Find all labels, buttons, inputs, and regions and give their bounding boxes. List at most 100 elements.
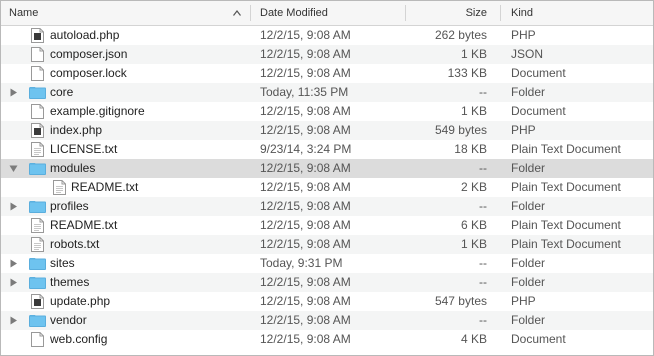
column-header-size[interactable]: Size (406, 1, 501, 25)
file-size: 4 KB (460, 332, 487, 346)
document-icon (31, 332, 44, 347)
column-header-date-modified[interactable]: Date Modified (251, 1, 406, 25)
file-date: 12/2/15, 9:08 AM (260, 313, 351, 327)
file-row-index-php[interactable]: index.php 12/2/15, 9:08 AM 549 bytes PHP (1, 121, 653, 140)
file-row-robots-txt[interactable]: robots.txt 12/2/15, 9:08 AM 1 KB Plain T… (1, 235, 653, 254)
file-name: vendor (50, 313, 87, 327)
file-name: profiles (50, 199, 89, 213)
folder-row-profiles[interactable]: profiles 12/2/15, 9:08 AM -- Folder (1, 197, 653, 216)
file-name: autoload.php (50, 28, 120, 42)
file-date: 12/2/15, 9:08 AM (260, 28, 351, 42)
file-kind: Plain Text Document (511, 142, 621, 156)
file-name: web.config (50, 332, 108, 346)
file-row-license-txt[interactable]: LICENSE.txt 9/23/14, 3:24 PM 18 KB Plain… (1, 140, 653, 159)
text-file-icon (53, 180, 66, 195)
column-header-date-label: Date Modified (260, 7, 328, 19)
file-name: index.php (50, 123, 103, 137)
file-name: update.php (50, 294, 111, 308)
file-kind: Folder (511, 256, 546, 270)
file-kind: Document (511, 66, 566, 80)
file-kind: PHP (511, 28, 536, 42)
file-name: composer.lock (50, 66, 127, 80)
column-header-size-label: Size (465, 7, 487, 19)
document-icon (31, 66, 44, 81)
file-kind: Document (511, 332, 566, 346)
file-row-update-php[interactable]: update.php 12/2/15, 9:08 AM 547 bytes PH… (1, 292, 653, 311)
disclosure-triangle-collapsed-icon[interactable] (9, 88, 18, 97)
file-size: 262 bytes (434, 28, 487, 42)
folder-row-modules[interactable]: modules 12/2/15, 9:08 AM -- Folder (1, 159, 653, 178)
file-name: robots.txt (50, 237, 100, 251)
folder-row-themes[interactable]: themes 12/2/15, 9:08 AM -- Folder (1, 273, 653, 292)
file-kind: Plain Text Document (511, 218, 621, 232)
file-row-example-gitignore[interactable]: example.gitignore 12/2/15, 9:08 AM 1 KB … (1, 102, 653, 121)
folder-icon (29, 201, 46, 213)
file-kind: Folder (511, 199, 546, 213)
disclosure-triangle-collapsed-icon[interactable] (9, 278, 18, 287)
file-date: 12/2/15, 9:08 AM (260, 275, 351, 289)
column-header-name[interactable]: Name (1, 1, 251, 25)
text-file-icon (31, 237, 44, 252)
folder-row-vendor[interactable]: vendor 12/2/15, 9:08 AM -- Folder (1, 311, 653, 330)
file-kind: Document (511, 104, 566, 118)
file-row-web-config[interactable]: web.config 12/2/15, 9:08 AM 4 KB Documen… (1, 330, 653, 349)
file-date: 9/23/14, 3:24 PM (260, 142, 352, 156)
folder-icon (29, 277, 46, 289)
file-date: Today, 9:31 PM (260, 256, 343, 270)
folder-row-core[interactable]: core Today, 11:35 PM -- Folder (1, 83, 653, 102)
file-size: 549 bytes (434, 123, 487, 137)
text-file-icon (31, 142, 44, 157)
file-size: -- (479, 85, 487, 99)
file-name: modules (50, 161, 96, 175)
folder-icon (29, 87, 46, 99)
file-size: -- (479, 199, 487, 213)
file-row-composer-lock[interactable]: composer.lock 12/2/15, 9:08 AM 133 KB Do… (1, 64, 653, 83)
file-kind: PHP (511, 123, 536, 137)
file-name: composer.json (50, 47, 128, 61)
file-row-readme-txt[interactable]: README.txt 12/2/15, 9:08 AM 6 KB Plain T… (1, 216, 653, 235)
file-kind: Folder (511, 161, 546, 175)
file-row-modules-readme-txt[interactable]: README.txt 12/2/15, 9:08 AM 2 KB Plain T… (1, 178, 653, 197)
sort-ascending-icon (233, 10, 241, 16)
file-name: LICENSE.txt (50, 142, 118, 156)
file-size: 1 KB (460, 104, 487, 118)
column-header-kind[interactable]: Kind (501, 1, 653, 25)
file-size: -- (479, 275, 487, 289)
folder-row-sites[interactable]: sites Today, 9:31 PM -- Folder (1, 254, 653, 273)
file-date: 12/2/15, 9:08 AM (260, 66, 351, 80)
file-kind: Folder (511, 85, 546, 99)
file-date: 12/2/15, 9:08 AM (260, 123, 351, 137)
file-name: sites (50, 256, 75, 270)
file-date: 12/2/15, 9:08 AM (260, 199, 351, 213)
file-row-autoload-php[interactable]: autoload.php 12/2/15, 9:08 AM 262 bytes … (1, 26, 653, 45)
file-size: 18 KB (454, 142, 487, 156)
file-name: core (50, 85, 74, 99)
file-size: -- (479, 313, 487, 327)
text-file-icon (31, 218, 44, 233)
file-date: 12/2/15, 9:08 AM (260, 218, 351, 232)
column-header-kind-label: Kind (511, 7, 534, 19)
file-size: 1 KB (460, 237, 487, 251)
disclosure-triangle-collapsed-icon[interactable] (9, 316, 18, 325)
column-header-bar: Name Date Modified Size Kind (1, 1, 653, 26)
php-file-icon (31, 294, 44, 309)
file-name: README.txt (50, 218, 118, 232)
file-date: 12/2/15, 9:08 AM (260, 237, 351, 251)
file-kind: Plain Text Document (511, 237, 621, 251)
disclosure-triangle-collapsed-icon[interactable] (9, 259, 18, 268)
disclosure-triangle-collapsed-icon[interactable] (9, 202, 18, 211)
file-size: -- (479, 161, 487, 175)
file-row-composer-json[interactable]: composer.json 12/2/15, 9:08 AM 1 KB JSON (1, 45, 653, 64)
disclosure-triangle-expanded-icon[interactable] (9, 164, 18, 173)
file-kind: Plain Text Document (511, 180, 621, 194)
file-date: Today, 11:35 PM (260, 85, 349, 99)
file-list: autoload.php 12/2/15, 9:08 AM 262 bytes … (1, 26, 653, 349)
file-date: 12/2/15, 9:08 AM (260, 332, 351, 346)
folder-icon (29, 163, 46, 175)
file-size: -- (479, 256, 487, 270)
file-date: 12/2/15, 9:08 AM (260, 294, 351, 308)
column-header-name-label: Name (9, 7, 39, 19)
file-size: 547 bytes (434, 294, 487, 308)
file-kind: PHP (511, 294, 536, 308)
file-size: 2 KB (460, 180, 487, 194)
